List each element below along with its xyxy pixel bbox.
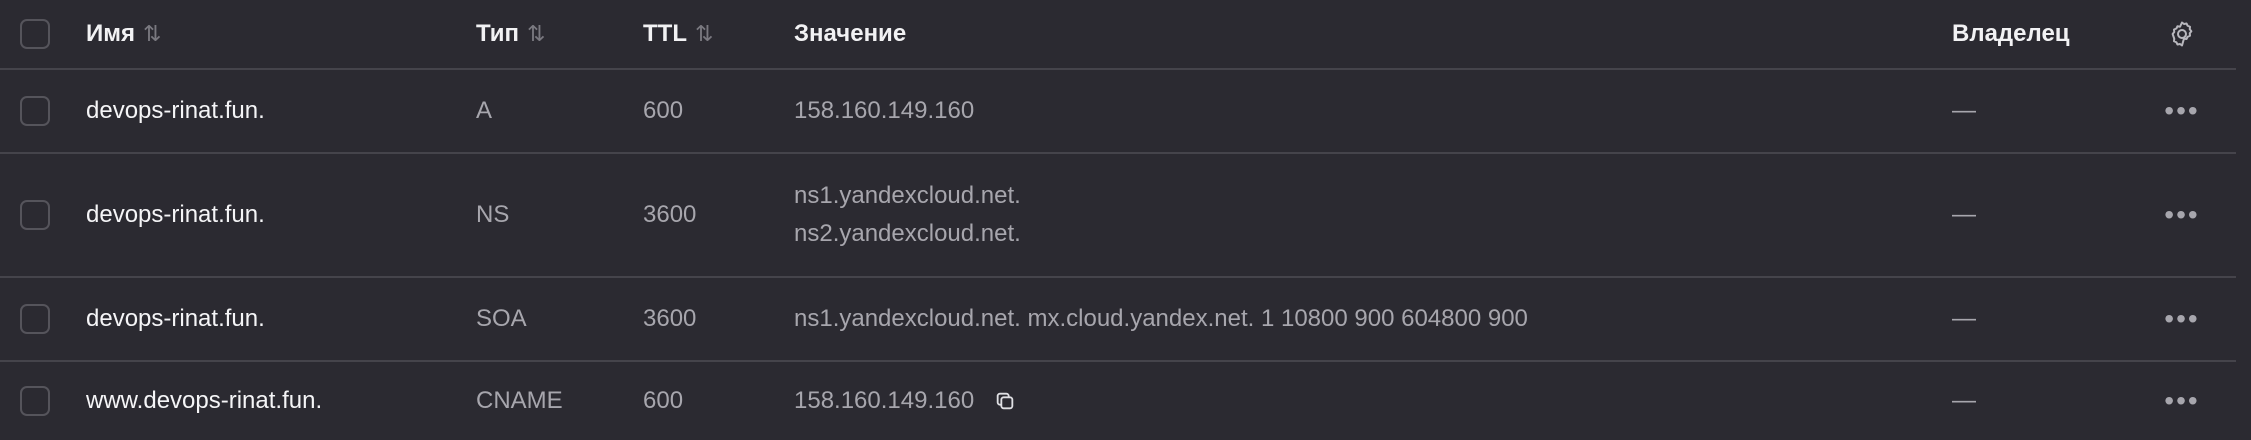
row-checkbox[interactable] [20, 96, 50, 126]
sort-icon[interactable]: ⇅ [695, 21, 713, 47]
sort-icon[interactable]: ⇅ [527, 21, 545, 47]
record-value: 158.160.149.160 [794, 97, 975, 124]
column-header-ttl[interactable]: TTL ⇅ [643, 0, 713, 68]
column-header-value: Значение [794, 0, 906, 68]
more-actions-icon[interactable]: ••• [2164, 201, 2199, 229]
record-type: A [476, 97, 493, 124]
gear-icon[interactable] [2167, 19, 2197, 49]
column-header-name[interactable]: Имя ⇅ [86, 0, 161, 68]
column-name-label: Имя [86, 20, 136, 47]
row-checkbox[interactable] [20, 200, 50, 230]
more-actions-icon[interactable]: ••• [2164, 387, 2199, 415]
column-owner-label: Владелец [1952, 20, 2070, 47]
column-type-label: Тип [476, 20, 519, 47]
record-name[interactable]: www.devops-rinat.fun. [86, 387, 322, 415]
table-row[interactable]: www.devops-rinat.fun. CNAME 600 158.160.… [0, 362, 2236, 440]
record-ttl: 600 [643, 97, 684, 124]
record-name[interactable]: devops-rinat.fun. [86, 305, 265, 333]
record-name[interactable]: devops-rinat.fun. [86, 201, 265, 229]
record-ttl: 3600 [643, 305, 697, 332]
column-header-owner: Владелец [1952, 0, 2070, 68]
record-owner: — [1952, 305, 1976, 332]
more-actions-icon[interactable]: ••• [2164, 97, 2199, 125]
table-row[interactable]: devops-rinat.fun. A 600 158.160.149.160 … [0, 70, 2236, 154]
record-ttl: 3600 [643, 201, 697, 228]
record-type: CNAME [476, 387, 563, 414]
record-ttl: 600 [643, 387, 684, 414]
column-header-type[interactable]: Тип ⇅ [476, 0, 545, 68]
sort-icon[interactable]: ⇅ [143, 21, 161, 47]
record-type: NS [476, 201, 510, 228]
record-value: ns2.yandexcloud.net. [794, 220, 1021, 247]
row-checkbox[interactable] [20, 386, 50, 416]
record-value-list: ns1.yandexcloud.net. ns2.yandexcloud.net… [794, 182, 1021, 248]
record-owner: — [1952, 201, 1976, 228]
record-value: 158.160.149.160 [794, 387, 975, 414]
more-actions-icon[interactable]: ••• [2164, 305, 2199, 333]
record-value: ns1.yandexcloud.net. mx.cloud.yandex.net… [794, 305, 1528, 332]
dns-records-table: Имя ⇅ Тип ⇅ TTL ⇅ Значение Владелец devo… [0, 0, 2236, 440]
column-value-label: Значение [794, 20, 907, 47]
record-owner: — [1952, 387, 1976, 414]
table-row[interactable]: devops-rinat.fun. SOA 3600 ns1.yandexclo… [0, 278, 2236, 362]
table-row[interactable]: devops-rinat.fun. NS 3600 ns1.yandexclou… [0, 154, 2236, 278]
select-all-checkbox[interactable] [20, 19, 50, 49]
record-type: SOA [476, 305, 527, 332]
record-owner: — [1952, 97, 1976, 124]
table-header: Имя ⇅ Тип ⇅ TTL ⇅ Значение Владелец [0, 0, 2236, 70]
record-name[interactable]: devops-rinat.fun. [86, 97, 265, 125]
copy-icon[interactable] [994, 390, 1016, 412]
column-ttl-label: TTL [643, 20, 687, 47]
record-value: ns1.yandexcloud.net. [794, 182, 1021, 209]
row-checkbox[interactable] [20, 304, 50, 334]
